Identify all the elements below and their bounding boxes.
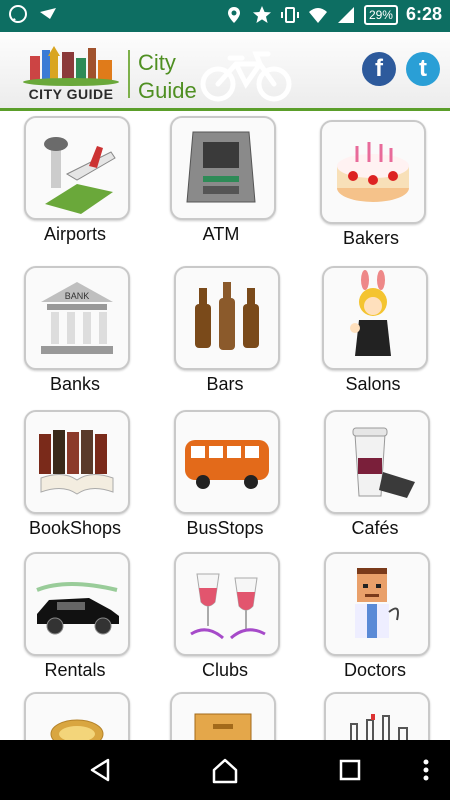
drawer-icon[interactable]: [170, 692, 276, 740]
bank-icon[interactable]: BANK: [24, 266, 130, 370]
city-skyline-icon[interactable]: [324, 692, 430, 740]
salon-girl-icon[interactable]: [322, 266, 428, 370]
tile-label: Bakers: [342, 228, 400, 248]
tile-bakers[interactable]: Bakers: [296, 116, 446, 256]
tile-label: Airports: [43, 224, 106, 244]
app-header: CITY GUIDE City Guide f t: [0, 32, 450, 111]
app-title-line2: Guide: [138, 78, 197, 103]
tile-busstops[interactable]: BusStops: [150, 406, 300, 546]
tile-clubs[interactable]: Clubs: [150, 548, 300, 688]
tile-label: Doctors: [343, 660, 406, 680]
doctor-icon[interactable]: [324, 552, 430, 656]
coffee-cup-icon[interactable]: [24, 692, 130, 740]
tile-cafes[interactable]: Cafés: [300, 406, 450, 546]
home-icon[interactable]: [209, 754, 241, 786]
books-icon[interactable]: [24, 410, 130, 514]
app-title-line1: City: [138, 50, 176, 75]
location-icon: [224, 5, 244, 25]
cake-icon[interactable]: [320, 120, 426, 224]
back-icon[interactable]: [84, 754, 116, 786]
tile-label: Salons: [345, 374, 401, 394]
header-divider: [128, 50, 130, 98]
tile-airports[interactable]: Airports: [0, 112, 150, 252]
twitter-button[interactable]: t: [406, 52, 440, 86]
tile-bookshops[interactable]: BookShops: [0, 406, 150, 546]
logo-text: CITY GUIDE: [28, 86, 114, 102]
tile-label: Clubs: [201, 660, 249, 680]
tile-atm[interactable]: ATM: [146, 112, 296, 252]
star-icon: [252, 5, 272, 25]
car-icon[interactable]: [24, 552, 130, 656]
atm-icon[interactable]: [170, 116, 276, 220]
bus-icon[interactable]: [174, 410, 280, 514]
tile-row5-3[interactable]: [300, 688, 450, 740]
tile-doctors[interactable]: Doctors: [300, 548, 450, 688]
coffee-cup-icon[interactable]: [324, 410, 430, 514]
recents-icon[interactable]: [334, 754, 366, 786]
city-guide-logo: CITY GUIDE: [20, 42, 122, 102]
wine-glasses-icon[interactable]: [174, 552, 280, 656]
tile-banks[interactable]: BANK Banks: [0, 262, 150, 402]
bicycle-icon: [198, 50, 294, 102]
wifi-icon: [308, 5, 328, 25]
beer-bottles-icon[interactable]: [174, 266, 280, 370]
clock: 6:28: [405, 4, 442, 24]
whatsapp-icon: [8, 4, 28, 24]
tile-label: Rentals: [44, 660, 106, 680]
vibrate-icon: [280, 5, 300, 25]
tile-bars[interactable]: Bars: [150, 262, 300, 402]
airport-icon[interactable]: [24, 116, 130, 220]
category-grid: Airports ATM Bakers BANK Banks Bars Salo…: [0, 110, 450, 740]
signal-icon: [336, 5, 356, 25]
tile-salons[interactable]: Salons: [298, 262, 448, 402]
tile-label: BookShops: [28, 518, 122, 538]
battery-indicator: 29%: [363, 4, 398, 25]
notification-icon: [38, 4, 58, 24]
tile-label: ATM: [202, 224, 240, 244]
tile-rentals[interactable]: Rentals: [0, 548, 150, 688]
status-bar: 29% 6:28: [0, 0, 450, 32]
facebook-button[interactable]: f: [362, 52, 396, 86]
svg-text:BANK: BANK: [65, 291, 90, 301]
tile-label: Bars: [206, 374, 244, 394]
tile-label: BusStops: [186, 518, 264, 538]
tile-label: Cafés: [351, 518, 399, 538]
tile-label: Banks: [49, 374, 101, 394]
android-nav-bar: [0, 740, 450, 800]
tile-row5-1[interactable]: [0, 688, 150, 740]
overflow-menu-icon[interactable]: [410, 754, 442, 786]
tile-row5-2[interactable]: [146, 688, 296, 740]
